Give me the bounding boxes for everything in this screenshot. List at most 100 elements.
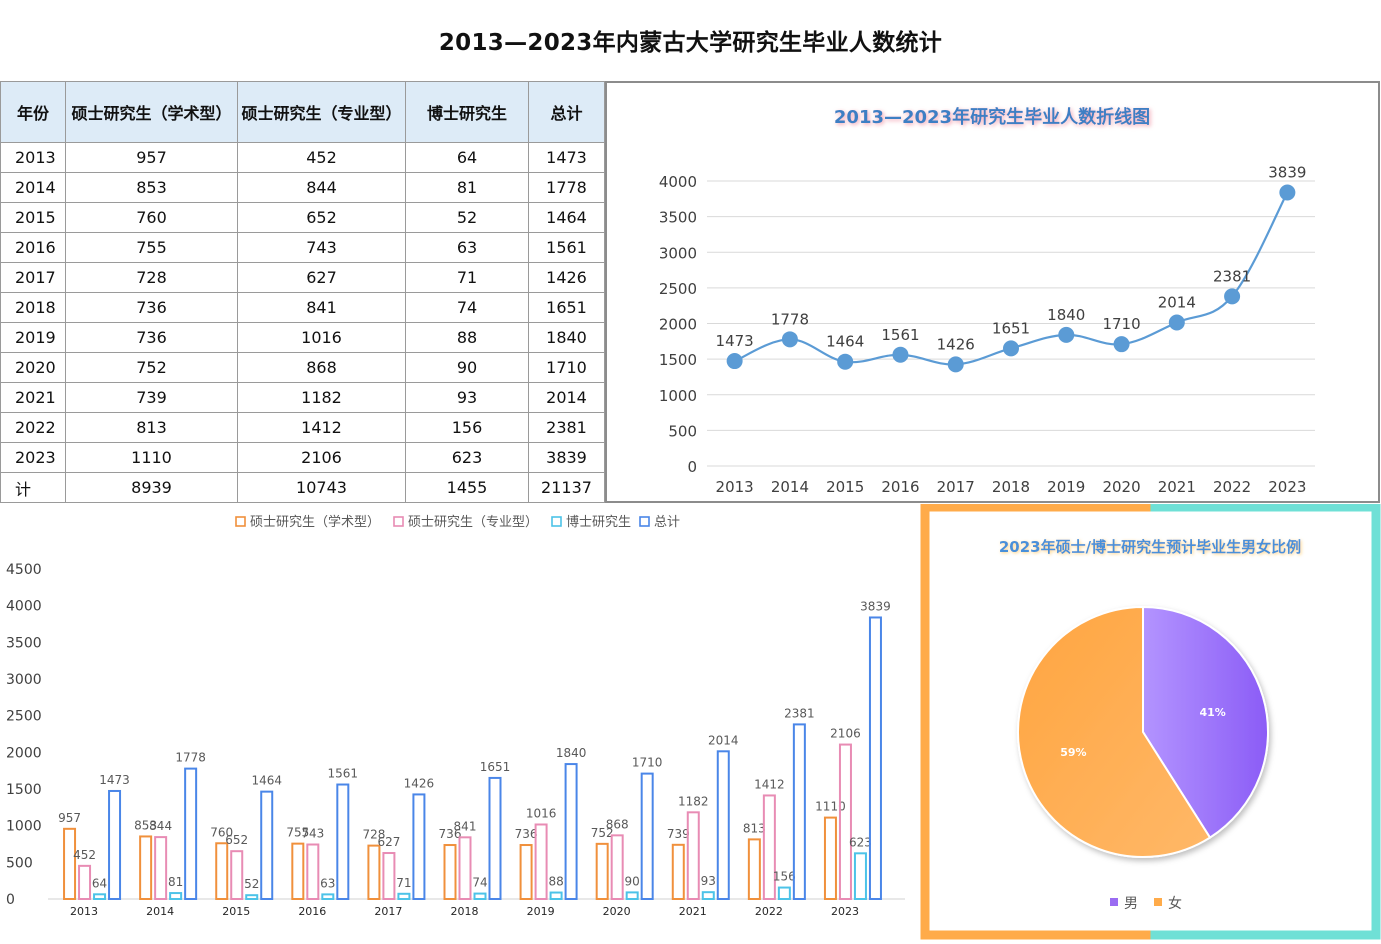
legend-label[interactable]: 硕士研究生（学术型） xyxy=(250,514,380,530)
table-cell-master-professional[interactable]: 10743 xyxy=(237,472,406,503)
table-cell-master-academic[interactable]: 728 xyxy=(65,262,238,293)
table-cell-year[interactable]: 2018 xyxy=(0,292,66,323)
table-cell-total[interactable]: 21137 xyxy=(528,472,605,503)
column-header-total[interactable]: 总计 xyxy=(528,81,605,143)
table-cell-total[interactable]: 1473 xyxy=(528,142,605,173)
bar[interactable] xyxy=(595,842,609,900)
column-header-year[interactable]: 年份 xyxy=(0,81,66,143)
bar[interactable] xyxy=(625,891,639,900)
line-point[interactable] xyxy=(1279,184,1296,201)
table-cell-doctoral[interactable]: 1455 xyxy=(405,472,529,503)
table-cell-master-academic[interactable]: 736 xyxy=(65,322,238,353)
table-cell-master-academic[interactable]: 739 xyxy=(65,382,238,413)
table-cell-doctoral[interactable]: 156 xyxy=(405,412,529,443)
table-cell-total[interactable]: 2014 xyxy=(528,382,605,413)
column-header-doctoral[interactable]: 博士研究生 xyxy=(405,81,529,143)
table-cell-master-professional[interactable]: 868 xyxy=(237,352,406,383)
table-cell-doctoral[interactable]: 90 xyxy=(405,352,529,383)
line-point[interactable] xyxy=(726,353,743,370)
line-point[interactable] xyxy=(781,331,798,348)
table-cell-year[interactable]: 2017 xyxy=(0,262,66,293)
line-point[interactable] xyxy=(1003,340,1019,357)
table-cell-master-academic[interactable]: 736 xyxy=(65,292,238,323)
line-point[interactable] xyxy=(1224,288,1241,305)
table-cell-total[interactable]: 1778 xyxy=(528,172,605,203)
bar[interactable] xyxy=(291,842,305,900)
bar[interactable] xyxy=(716,750,730,900)
bar[interactable] xyxy=(108,789,122,901)
table-cell-master-academic[interactable]: 760 xyxy=(65,202,238,233)
bar[interactable] xyxy=(777,886,791,900)
bar[interactable] xyxy=(169,892,183,900)
bar[interactable] xyxy=(640,772,654,901)
table-cell-year[interactable]: 2022 xyxy=(0,412,66,443)
table-cell-master-professional[interactable]: 743 xyxy=(237,232,406,263)
line-point[interactable] xyxy=(1113,336,1130,353)
table-cell-master-professional[interactable]: 452 xyxy=(237,142,406,173)
bar[interactable] xyxy=(412,793,426,900)
table-cell-total[interactable]: 2381 xyxy=(528,412,605,443)
line-point[interactable] xyxy=(892,346,909,363)
bar[interactable] xyxy=(701,891,715,900)
bar[interactable] xyxy=(823,816,837,901)
bar[interactable] xyxy=(549,891,563,900)
bar[interactable] xyxy=(686,811,700,901)
bar[interactable] xyxy=(853,852,867,900)
bar[interactable] xyxy=(245,894,259,901)
table-cell-master-professional[interactable]: 652 xyxy=(237,202,406,233)
line-point[interactable] xyxy=(947,356,964,373)
table-cell-year[interactable]: 2016 xyxy=(0,232,66,263)
table-cell-total[interactable]: 1651 xyxy=(528,292,605,323)
legend-label[interactable]: 男 xyxy=(1124,896,1138,912)
bar[interactable] xyxy=(458,836,472,900)
bar[interactable] xyxy=(78,864,92,900)
line-point[interactable] xyxy=(1168,314,1185,331)
bar[interactable] xyxy=(610,834,624,901)
table-cell-doctoral[interactable]: 64 xyxy=(405,142,529,173)
bar[interactable] xyxy=(306,843,320,901)
table-cell-master-academic[interactable]: 8939 xyxy=(65,472,238,503)
table-cell-doctoral[interactable]: 71 xyxy=(405,262,529,293)
legend-label[interactable]: 博士研究生 xyxy=(566,515,631,530)
table-cell-year[interactable]: 2020 xyxy=(0,352,66,383)
table-cell-master-academic[interactable]: 957 xyxy=(65,142,238,173)
table-cell-master-professional[interactable]: 2106 xyxy=(237,442,406,473)
table-cell-year[interactable]: 2014 xyxy=(0,172,66,203)
legend-label[interactable]: 硕士研究生（专业型） xyxy=(408,515,538,530)
table-cell-master-professional[interactable]: 1412 xyxy=(237,412,406,443)
bar[interactable] xyxy=(564,763,578,901)
line-point[interactable] xyxy=(1058,326,1075,343)
bar[interactable] xyxy=(184,767,198,901)
table-cell-doctoral[interactable]: 623 xyxy=(405,442,529,473)
table-cell-total[interactable]: 1464 xyxy=(528,202,605,233)
table-cell-year[interactable]: 2019 xyxy=(0,322,66,353)
bar[interactable] xyxy=(838,743,852,900)
table-cell-year[interactable]: 2013 xyxy=(0,142,66,173)
table-cell-doctoral[interactable]: 52 xyxy=(405,202,529,233)
bar[interactable] xyxy=(230,850,244,901)
bar[interactable] xyxy=(367,844,381,901)
table-cell-master-professional[interactable]: 844 xyxy=(237,172,406,203)
bar[interactable] xyxy=(488,776,502,900)
column-header-master-professional[interactable]: 硕士研究生（专业型） xyxy=(237,81,406,143)
table-cell-master-professional[interactable]: 1182 xyxy=(237,382,406,413)
table-cell-master-academic[interactable]: 813 xyxy=(65,412,238,443)
table-cell-master-academic[interactable]: 1110 xyxy=(65,442,238,473)
line-point[interactable] xyxy=(837,353,854,370)
table-cell-master-professional[interactable]: 841 xyxy=(237,292,406,323)
table-cell-year[interactable]: 2021 xyxy=(0,382,66,413)
table-cell-total[interactable]: 3839 xyxy=(528,442,605,473)
bar[interactable] xyxy=(336,783,350,901)
table-cell-total[interactable]: 1710 xyxy=(528,352,605,383)
legend-label[interactable]: 总计 xyxy=(654,515,680,530)
bar[interactable] xyxy=(473,892,487,901)
bar[interactable] xyxy=(443,844,457,901)
bar[interactable] xyxy=(260,790,274,901)
bar[interactable] xyxy=(215,842,229,900)
bar[interactable] xyxy=(868,616,882,901)
bar[interactable] xyxy=(397,892,411,901)
table-cell-total[interactable]: 1840 xyxy=(528,322,605,353)
table-cell-master-academic[interactable]: 755 xyxy=(65,232,238,263)
bar[interactable] xyxy=(63,827,77,901)
table-cell-master-academic[interactable]: 853 xyxy=(65,172,238,203)
